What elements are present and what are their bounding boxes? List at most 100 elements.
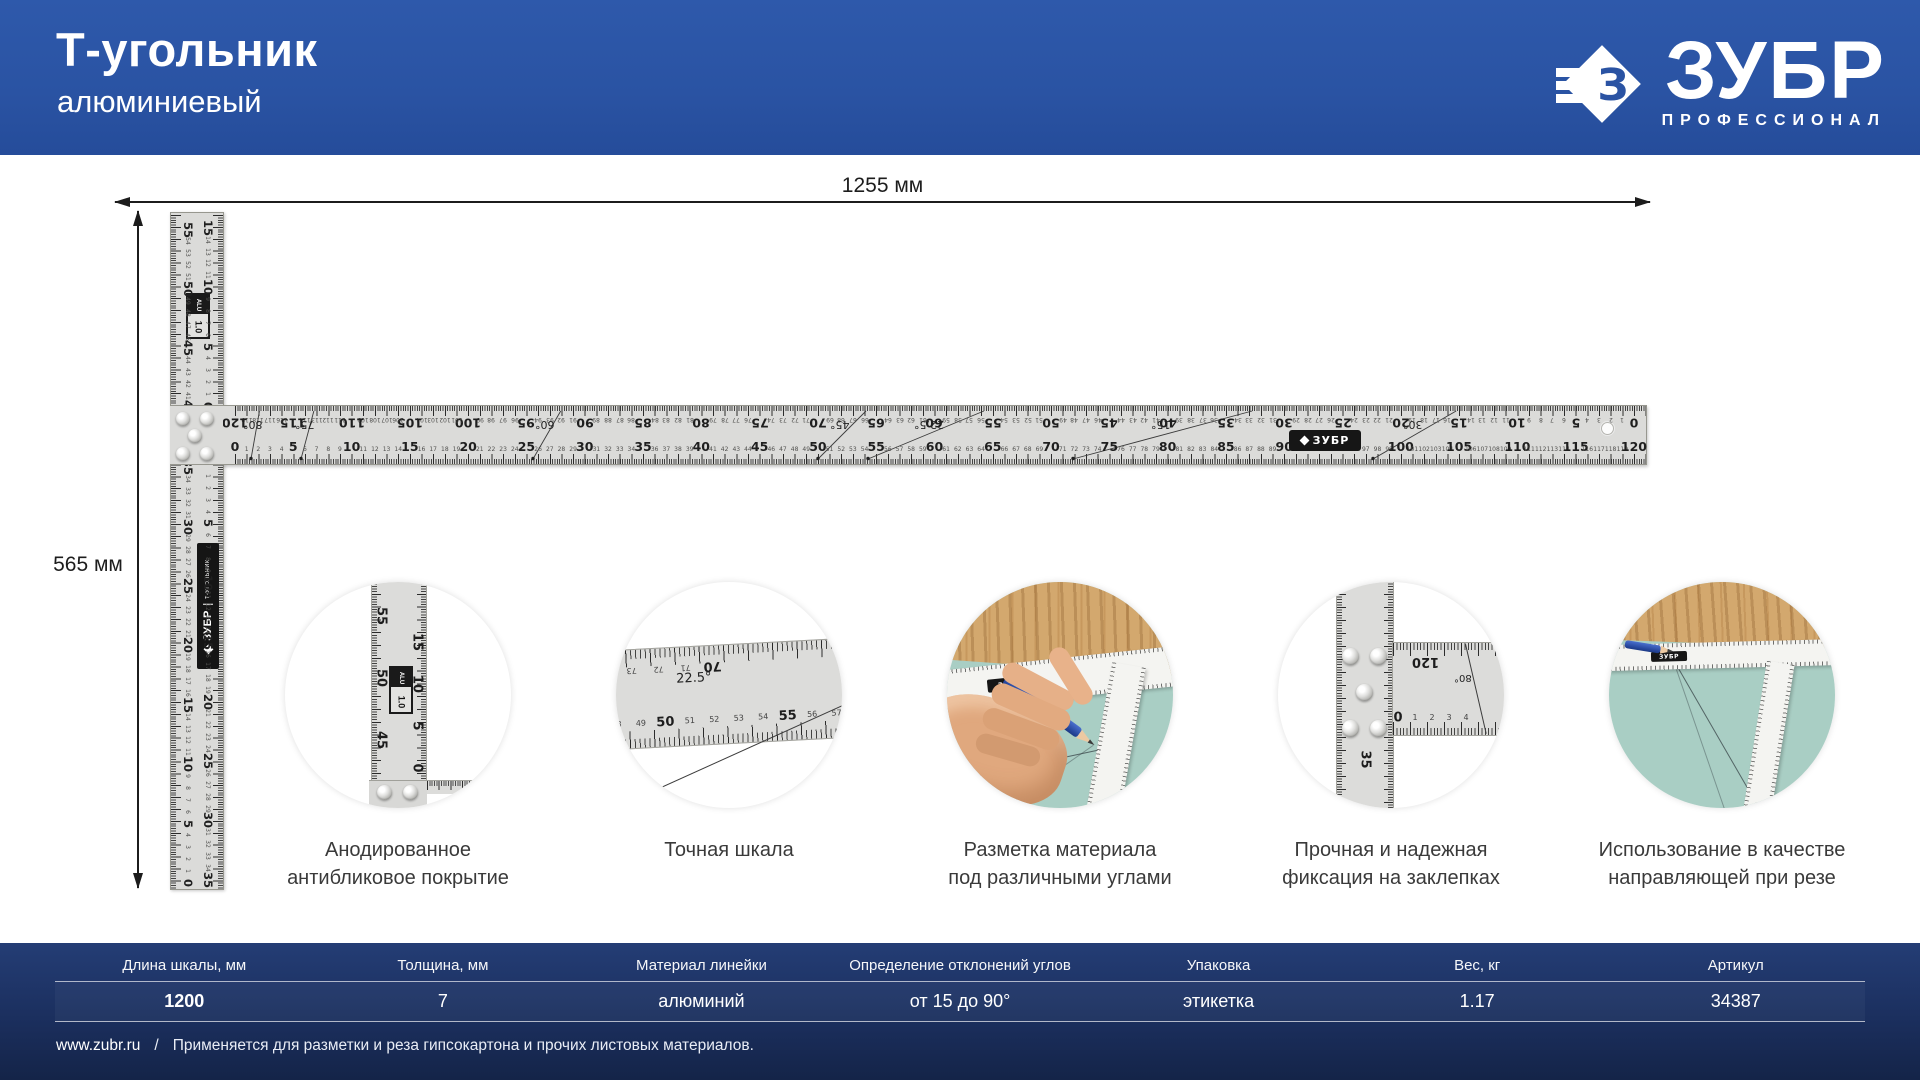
scale-number: 107 <box>381 416 392 422</box>
angle-label: 45° <box>830 418 850 431</box>
scale-number: 72 <box>1071 447 1079 453</box>
spec-header-4: Упаковка <box>1089 957 1348 981</box>
scale-number: 48 <box>184 309 190 317</box>
scale-number: 12 <box>204 603 210 611</box>
scale-number: 48 <box>616 721 622 730</box>
scale-number: 36 <box>651 447 659 453</box>
scale-number: 88 <box>1257 447 1265 453</box>
scale-number: 56 <box>807 710 818 719</box>
scale-number: 116 <box>1582 447 1593 453</box>
spec-header-3: Определение отклонений углов <box>831 957 1090 981</box>
brand-logo: З ЗУБР ПРОФЕССИОНАЛ <box>1556 26 1886 130</box>
scale-number: 98 <box>1374 447 1382 453</box>
v-ruler: ЗУБР Т-УГОЛЬНИК ALU 1.0 0123456789101112… <box>170 212 224 890</box>
scale-number: 10 <box>181 756 193 772</box>
scale-number: 51 <box>184 273 190 281</box>
scale-number: 73 <box>626 666 637 675</box>
h-ruler: ЗУБР 00112233445566778899101011111212131… <box>222 405 1647 465</box>
scale-number: 10 <box>201 279 213 295</box>
scale-number: 47 <box>184 321 190 329</box>
c2-top-numbers: 73727170 <box>616 658 842 671</box>
scale-number: 7 <box>204 545 210 549</box>
scale-number: 18 <box>441 447 449 453</box>
scale-number: 1 <box>204 474 210 478</box>
scale-number: 3 <box>204 498 210 502</box>
scale-number: 30 <box>201 812 213 828</box>
scale-number: 62 <box>954 447 962 453</box>
scale-number: 33 <box>204 852 210 860</box>
scale-number: 56 <box>977 416 985 422</box>
scale-number: 47 <box>1082 416 1090 422</box>
scale-number: 4 <box>1585 416 1589 422</box>
scale-number: 11 <box>359 447 367 453</box>
scale-number: 29 <box>184 535 190 543</box>
footer-separator: / <box>154 1037 158 1055</box>
width-dimension-line <box>115 201 1650 203</box>
scale-number: 9 <box>1527 416 1531 422</box>
scale-number: 2 <box>184 857 190 861</box>
scale-number: 22 <box>1374 416 1382 422</box>
scale-number: 22 <box>488 447 496 453</box>
scale-number: 53 <box>184 250 190 258</box>
rivet <box>1370 648 1387 665</box>
caption-line: Точная шкала <box>559 836 899 864</box>
scale-number: 43 <box>1129 416 1137 422</box>
page-title: Т-угольник <box>56 22 318 77</box>
scale-number: 77 <box>732 416 740 422</box>
scale-number: 5 <box>411 721 424 730</box>
scale-number: 9 <box>204 569 210 573</box>
arrow-right-icon <box>1635 197 1651 207</box>
scale-number: 120 <box>1621 441 1647 454</box>
scale-number: 52 <box>709 716 720 725</box>
scale-number: 33 <box>184 487 190 495</box>
scale-number: 7 <box>1550 416 1554 422</box>
scale-number: 32 <box>184 499 190 507</box>
spec-header-1: Толщина, мм <box>314 957 573 981</box>
scale-number: 53 <box>734 714 745 723</box>
scale-number: 21 <box>1385 416 1393 422</box>
scale-number: 107 <box>1477 447 1488 453</box>
hanging-hole <box>1601 422 1614 435</box>
scale-number: 3 <box>1597 416 1601 422</box>
scale-number: 65 <box>984 441 1001 454</box>
c2-bottom-numbers: 4849505152535455565758 <box>616 712 842 725</box>
scale-number: 31 <box>184 511 190 519</box>
scale-number: 30 <box>1276 416 1293 429</box>
caption-line: Анодированное <box>228 836 568 864</box>
scale-number: 38 <box>674 447 682 453</box>
scale-number: 77 <box>1129 447 1137 453</box>
angle-label: 80° <box>243 418 263 431</box>
scale-number: 89 <box>593 416 601 422</box>
scale-number: 73 <box>779 416 787 422</box>
angle-label: 30° <box>1403 418 1423 431</box>
scale-number: 72 <box>653 664 664 673</box>
feature-caption: Точная шкала <box>559 836 899 864</box>
scale-number: 3 <box>204 368 210 372</box>
rivet <box>1342 720 1359 737</box>
caption-line: Разметка материала <box>890 836 1230 864</box>
scale-number: 45 <box>751 441 768 454</box>
feature-caption: Разметка материала под различными углами <box>890 836 1230 892</box>
spec-value-1: 7 <box>314 991 573 1012</box>
scale-number: 52 <box>1024 416 1032 422</box>
scale-number: 37 <box>1199 416 1207 422</box>
angle-label: 75° <box>295 418 315 431</box>
rivet <box>188 429 202 443</box>
scale-number: 24 <box>184 594 190 602</box>
scale-number: 42 <box>184 380 190 388</box>
scale-number: 17 <box>204 662 210 670</box>
scale-number: 35 <box>1358 750 1373 768</box>
site-link[interactable]: www.zubr.ru <box>56 1037 140 1055</box>
scale-number: 16 <box>1444 416 1452 422</box>
scale-number: 55 <box>984 416 1001 429</box>
scale-number: 27 <box>546 447 554 453</box>
scale-number: 7 <box>315 447 319 453</box>
scale-number: 8 <box>184 786 190 790</box>
spec-header-row: Длина шкалы, ммТолщина, ммМатериал линей… <box>55 949 1865 982</box>
scale-number: 14 <box>1467 416 1475 422</box>
scale-number: 30 <box>576 441 593 454</box>
scale-number: 0 <box>231 441 240 454</box>
scale-number: 90 <box>576 416 593 429</box>
scale-number: 17 <box>1432 416 1440 422</box>
scale-number: 1 <box>1620 416 1624 422</box>
